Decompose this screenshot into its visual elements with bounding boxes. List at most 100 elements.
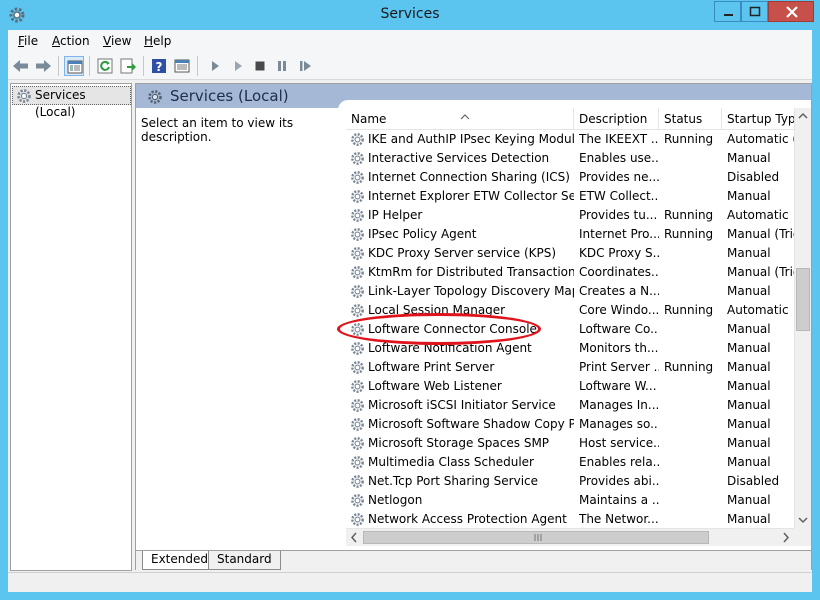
services-window: Services File Action View Help ? Service… bbox=[0, 0, 820, 600]
service-startup-type: Manual bbox=[727, 398, 771, 412]
service-name: Network Access Protection Agent bbox=[368, 512, 567, 526]
service-description: Enables rela... bbox=[579, 455, 659, 469]
service-description: Creates a N... bbox=[579, 284, 659, 298]
service-startup-type: Disabled bbox=[727, 170, 780, 184]
service-name: Net.Tcp Port Sharing Service bbox=[368, 474, 539, 488]
tab-standard[interactable]: Standard bbox=[208, 551, 281, 570]
service-description: Monitors th... bbox=[579, 341, 659, 355]
service-row[interactable]: Network Access Protection Agent The Netwo… bbox=[346, 510, 794, 529]
service-description: Provides tu... bbox=[579, 208, 658, 222]
service-startup-type: Manual bbox=[727, 246, 771, 260]
service-row[interactable]: Net.Tcp Port Sharing Service Provides abi… bbox=[346, 472, 794, 491]
scroll-left-icon[interactable] bbox=[346, 529, 363, 546]
help-icon[interactable]: ? bbox=[149, 56, 169, 76]
service-row[interactable]: Loftware Web Listener Loftware W... Manual bbox=[346, 377, 794, 396]
column-description[interactable]: Description bbox=[574, 108, 659, 130]
service-status bbox=[664, 491, 724, 510]
service-name: Multimedia Class Scheduler bbox=[368, 455, 534, 469]
service-row[interactable]: IKE and AuthIP IPsec Keying Modules The I… bbox=[346, 130, 797, 149]
horizontal-scroll-thumb[interactable] bbox=[363, 531, 709, 544]
scroll-down-icon[interactable] bbox=[795, 511, 811, 528]
service-name: KDC Proxy Server service (KPS) bbox=[368, 246, 557, 260]
service-row[interactable]: Interactive Services Detection Enables us… bbox=[346, 149, 794, 168]
service-status bbox=[664, 149, 724, 168]
service-startup-type: Automatic bbox=[727, 208, 789, 222]
toolbar-separator bbox=[197, 56, 198, 76]
service-row[interactable]: KtmRm for Distributed Transaction ... Coo… bbox=[346, 263, 797, 282]
service-startup-type: Manual bbox=[727, 284, 771, 298]
service-row[interactable]: Microsoft Software Shadow Copy Pr... Mana… bbox=[346, 415, 794, 434]
service-name: KtmRm for Distributed Transaction ... bbox=[368, 265, 574, 279]
service-status bbox=[664, 434, 724, 453]
show-hide-console-tree-icon[interactable] bbox=[64, 56, 84, 76]
service-description: The IKEEXT ... bbox=[579, 132, 659, 146]
minimize-button[interactable] bbox=[714, 1, 741, 22]
service-description: Core Windo... bbox=[579, 303, 659, 317]
service-row[interactable]: IP Helper Provides tu... Running Automatic bbox=[346, 206, 794, 225]
refresh-icon[interactable] bbox=[95, 56, 115, 76]
service-description: KDC Proxy S... bbox=[579, 246, 659, 260]
service-description: Provides abi... bbox=[579, 474, 659, 488]
tree-item-services-local[interactable]: Services (Local) bbox=[12, 86, 131, 119]
service-row[interactable]: Netlogon Maintains a ... Manual bbox=[346, 491, 794, 510]
service-description: Manages so... bbox=[579, 417, 659, 431]
view-tabs: Extended Standard bbox=[136, 550, 811, 570]
vertical-scroll-thumb[interactable] bbox=[796, 268, 810, 331]
service-startup-type: Manual bbox=[727, 512, 771, 526]
vertical-scrollbar[interactable] bbox=[794, 108, 811, 528]
menu-action[interactable]: Action bbox=[52, 34, 90, 48]
stop-service-icon[interactable] bbox=[250, 56, 270, 76]
export-list-icon[interactable] bbox=[118, 56, 138, 76]
service-row[interactable]: Loftware Print Server Print Server ... Run… bbox=[346, 358, 794, 377]
service-row[interactable]: Link-Layer Topology Discovery Map... Crea… bbox=[346, 282, 794, 301]
title-bar[interactable]: Services bbox=[0, 0, 820, 30]
service-startup-type: Automatic (T bbox=[727, 132, 797, 146]
back-arrow-icon[interactable] bbox=[11, 56, 31, 76]
scroll-right-icon[interactable] bbox=[777, 529, 794, 546]
service-status: Running bbox=[664, 208, 714, 222]
service-status bbox=[664, 472, 724, 491]
service-row[interactable]: Microsoft iSCSI Initiator Service Manages… bbox=[346, 396, 794, 415]
column-startup-type[interactable]: Startup Type bbox=[722, 108, 794, 130]
service-status bbox=[664, 168, 724, 187]
service-row[interactable]: Internet Connection Sharing (ICS) Provide… bbox=[346, 168, 794, 187]
service-description: Internet Pro... bbox=[579, 227, 659, 241]
close-button[interactable] bbox=[768, 1, 814, 22]
services-gear-icon bbox=[147, 89, 163, 108]
svg-text:?: ? bbox=[156, 60, 163, 74]
service-name: Internet Connection Sharing (ICS) bbox=[368, 170, 570, 184]
menu-view[interactable]: View bbox=[103, 34, 131, 48]
service-name: IPsec Policy Agent bbox=[368, 227, 477, 241]
forward-arrow-icon[interactable] bbox=[33, 56, 53, 76]
properties-icon[interactable] bbox=[172, 56, 192, 76]
menu-file[interactable]: File bbox=[18, 34, 38, 48]
maximize-button[interactable] bbox=[741, 1, 768, 22]
service-description: Maintains a ... bbox=[579, 493, 659, 507]
service-name: Internet Explorer ETW Collector Servi... bbox=[368, 189, 574, 203]
service-row[interactable]: KDC Proxy Server service (KPS) KDC Proxy … bbox=[346, 244, 794, 263]
tab-extended[interactable]: Extended bbox=[142, 551, 217, 570]
service-status: Running bbox=[664, 303, 714, 317]
service-row[interactable]: Internet Explorer ETW Collector Servi...… bbox=[346, 187, 794, 206]
window-title: Services bbox=[380, 6, 440, 22]
restart-service-icon[interactable] bbox=[295, 56, 315, 76]
pause-service-icon[interactable] bbox=[272, 56, 292, 76]
column-status[interactable]: Status bbox=[659, 108, 722, 130]
scrollbar-corner bbox=[794, 528, 811, 546]
scroll-up-icon[interactable] bbox=[795, 108, 811, 125]
service-description: Print Server ... bbox=[579, 360, 659, 374]
start-service-alt-icon[interactable] bbox=[228, 56, 248, 76]
services-gear-icon bbox=[16, 88, 32, 109]
service-startup-type: Manual bbox=[727, 322, 771, 336]
service-row[interactable]: IPsec Policy Agent Internet Pro... Running… bbox=[346, 225, 797, 244]
start-service-icon[interactable] bbox=[205, 56, 225, 76]
service-status bbox=[664, 377, 724, 396]
menu-bar: File Action View Help bbox=[8, 30, 812, 52]
service-row[interactable]: Multimedia Class Scheduler Enables rela..… bbox=[346, 453, 794, 472]
service-row[interactable]: Microsoft Storage Spaces SMP Host service… bbox=[346, 434, 794, 453]
service-description: ETW Collect... bbox=[579, 189, 659, 203]
menu-help[interactable]: Help bbox=[144, 34, 171, 48]
service-status bbox=[664, 453, 724, 472]
horizontal-scrollbar[interactable] bbox=[346, 528, 794, 546]
service-description: Loftware Co... bbox=[579, 322, 659, 336]
